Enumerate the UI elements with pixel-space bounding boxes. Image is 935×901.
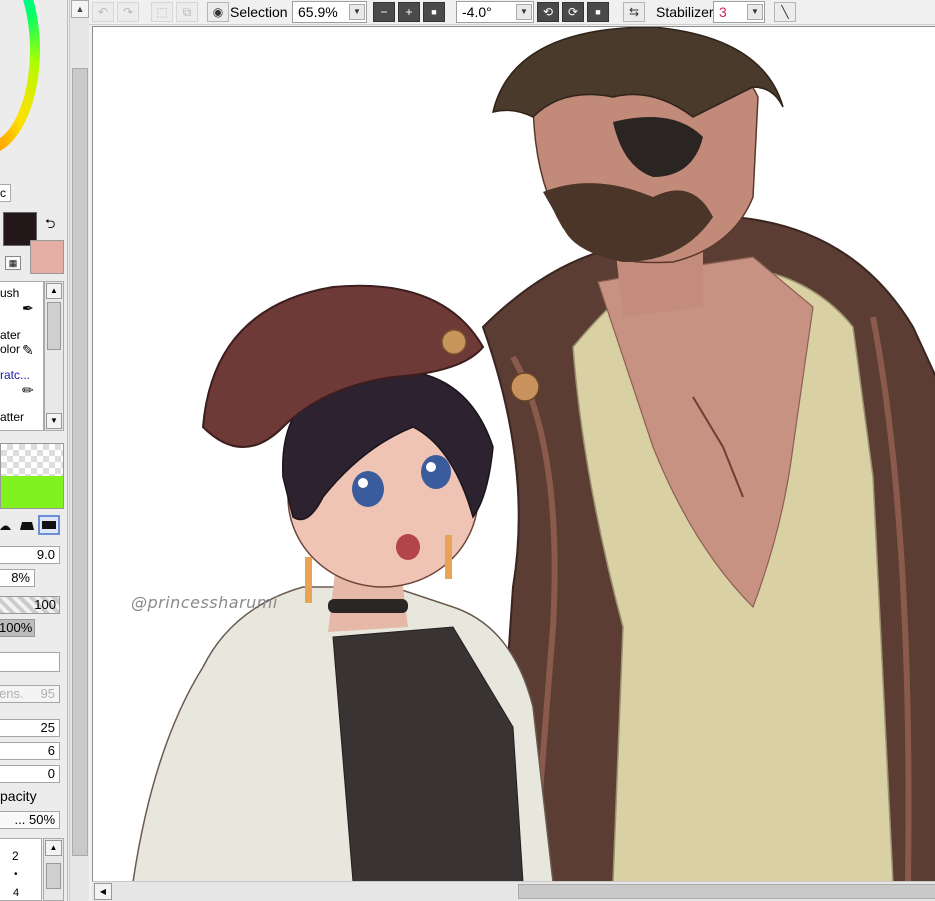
chevron-down-icon[interactable]: ▼: [747, 4, 763, 20]
tool-list-scrollbar[interactable]: ▲ ▼: [44, 281, 64, 431]
tool-item-scatter[interactable]: atter: [0, 410, 44, 424]
color-mode-box[interactable]: c: [0, 184, 11, 202]
round-shape-icon[interactable]: [0, 517, 16, 533]
rotation-combo[interactable]: -4.0° ▼: [456, 1, 534, 23]
stabilizer-value: 3: [719, 4, 727, 20]
tool-panel: c ⮌ ▦ ush ✒ ater olor ✎ ratc... ✏ atter: [0, 0, 68, 901]
brush-size-field[interactable]: 9.0: [0, 546, 60, 564]
keep-opacity-label: pacity: [0, 788, 37, 804]
brush-shape-selector: [0, 514, 64, 538]
paint-tool-sai-window: c ⮌ ▦ ush ✒ ater olor ✎ ratc... ✏ atter: [0, 0, 935, 901]
scroll-down-icon[interactable]: ▼: [46, 413, 62, 429]
brush-tool-list: ush ✒ ater olor ✎ ratc... ✏ atter: [0, 281, 44, 431]
square-shape-icon[interactable]: [38, 515, 60, 535]
scroll-left-icon[interactable]: ◀: [94, 883, 112, 900]
selection-label: Selection: [230, 4, 288, 20]
scroll-thumb[interactable]: [72, 68, 88, 856]
soft-shape-icon[interactable]: [19, 517, 35, 533]
canvas-horizontal-scrollbar[interactable]: ◀: [92, 881, 935, 901]
flip-horizontal-icon[interactable]: ⇆: [623, 2, 645, 22]
rotate-right-icon[interactable]: ⟳: [562, 2, 584, 22]
undo-icon[interactable]: ↶: [92, 2, 114, 22]
scroll-thumb[interactable]: [518, 884, 935, 899]
drawing-canvas[interactable]: @princessharumi: [92, 26, 935, 881]
tool-label: ratc...: [0, 368, 31, 382]
chevron-down-icon[interactable]: ▼: [349, 4, 365, 20]
watercolor-icon: ✎: [22, 342, 34, 358]
size-presets-scrollbar[interactable]: ▲: [43, 838, 64, 901]
size-preset-item[interactable]: •: [14, 869, 18, 880]
invert-selection-icon[interactable]: ⧉: [176, 2, 198, 22]
background-color-swatch[interactable]: [30, 240, 64, 274]
scroll-up-icon[interactable]: ▲: [46, 283, 62, 299]
dilution-field[interactable]: 6: [0, 742, 60, 760]
brush-preview: [0, 443, 64, 509]
density-slider[interactable]: 100: [0, 596, 60, 614]
persistence-value-field[interactable]: 0: [0, 765, 60, 783]
swap-colors-icon[interactable]: ⮌: [45, 215, 55, 237]
brush-icon: ✒: [22, 300, 34, 316]
blending-mode-field[interactable]: [0, 652, 60, 672]
stabilizer-label: Stabilizer: [656, 4, 714, 20]
stabilizer-combo[interactable]: 3 ▼: [713, 1, 765, 23]
color-mode-label: c: [0, 186, 6, 200]
persistence-field: ens. 95: [0, 685, 60, 703]
rotate-reset-button[interactable]: ■: [587, 2, 609, 22]
zoom-combo[interactable]: 65.9% ▼: [292, 1, 367, 23]
size-preset-item[interactable]: 2: [12, 849, 19, 863]
tool-label: ush: [0, 286, 20, 300]
rotate-left-icon[interactable]: ⟲: [537, 2, 559, 22]
watermark-text: @princessharumi: [131, 593, 278, 612]
eye-icon[interactable]: ◉: [207, 2, 229, 22]
transparent-color-icon[interactable]: ▦: [5, 256, 21, 270]
chevron-down-icon[interactable]: ▼: [516, 4, 532, 20]
scroll-up-icon[interactable]: ▲: [45, 840, 62, 856]
pencil-icon: ✏: [22, 382, 34, 398]
artwork-illustration: [132, 27, 935, 881]
deselect-icon[interactable]: ⬚: [151, 2, 173, 22]
min-size-field[interactable]: 8%: [0, 569, 35, 587]
size-preset-item[interactable]: 4: [13, 887, 19, 899]
zoom-in-button[interactable]: +: [398, 2, 420, 22]
tool-item-scratch[interactable]: ratc... ✏: [0, 368, 44, 398]
scroll-up-icon[interactable]: ▲: [71, 0, 89, 18]
tool-item-watercolor[interactable]: ater olor ✎: [0, 328, 44, 358]
redo-icon[interactable]: ↷: [117, 2, 139, 22]
opacity-slider[interactable]: 100%: [0, 619, 35, 637]
keep-opacity-field[interactable]: ... 50%: [0, 811, 60, 829]
tool-item-brush[interactable]: ush ✒: [0, 286, 44, 316]
tool-label: ater: [0, 328, 21, 342]
rotation-value: -4.0°: [462, 4, 492, 20]
tool-label: atter: [0, 410, 25, 424]
persistence-value: 95: [40, 686, 55, 701]
scroll-thumb[interactable]: [46, 863, 61, 889]
scroll-thumb[interactable]: [47, 302, 61, 350]
straight-line-icon[interactable]: ╲: [774, 2, 796, 22]
brush-size-presets: 2 • 4: [0, 838, 42, 901]
zoom-reset-button[interactable]: ■: [423, 2, 445, 22]
zoom-value: 65.9%: [298, 4, 338, 20]
persistence-label: ens.: [0, 686, 24, 701]
panel-scrollbar[interactable]: ▲: [69, 0, 89, 901]
blend-field[interactable]: 25: [0, 719, 60, 737]
zoom-out-button[interactable]: −: [373, 2, 395, 22]
preview-color-fill: [1, 476, 63, 508]
canvas-toolbar: ↶ ↷ ⬚ ⧉ ◉ Selection 65.9% ▼ − + ■ -4.0° …: [89, 0, 935, 25]
